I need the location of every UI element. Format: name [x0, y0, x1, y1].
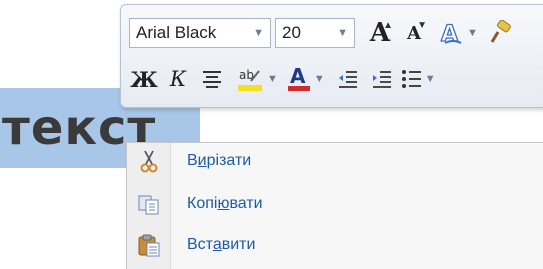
bullets-button[interactable]: ▼: [401, 64, 436, 94]
grow-font-button[interactable]: A ▲: [365, 18, 395, 48]
toolbar-row-1: Arial Black ▼ 20 ▼ A ▲ A ▼ A ▼: [129, 17, 516, 49]
font-color-icon: A: [287, 65, 310, 91]
menu-item-label: Вставити: [187, 236, 256, 253]
decrease-indent-icon: [338, 71, 357, 88]
menu-item-paste[interactable]: Вставити: [127, 227, 543, 263]
chevron-down-icon[interactable]: ▼: [314, 73, 325, 85]
svg-text:A: A: [441, 22, 458, 47]
chevron-down-icon[interactable]: ▼: [425, 73, 436, 85]
toolbar-row-2: Ж К ab ▼ A ▼ ▼: [129, 63, 436, 95]
align-center-icon: [203, 71, 221, 88]
chevron-down-icon[interactable]: ▼: [467, 27, 478, 39]
chevron-down-icon[interactable]: ▼: [253, 27, 264, 39]
format-painter-button[interactable]: [486, 18, 516, 48]
font-color-label: A: [290, 65, 306, 88]
font-size-combo[interactable]: 20 ▼: [275, 18, 355, 48]
align-center-button[interactable]: [197, 64, 227, 94]
highlight-color-button[interactable]: ab ▼: [235, 64, 278, 94]
decrease-indent-button[interactable]: [333, 64, 363, 94]
font-color-button[interactable]: A ▼: [286, 64, 325, 94]
chevron-down-icon[interactable]: ▼: [267, 73, 278, 85]
paste-icon: [127, 233, 171, 257]
copy-icon: [127, 193, 171, 215]
bold-button[interactable]: Ж: [129, 64, 159, 94]
font-name-combo[interactable]: Arial Black ▼: [129, 18, 271, 48]
scissors-icon: [127, 149, 171, 173]
caret-down-icon: ▼: [417, 20, 427, 31]
chevron-down-icon[interactable]: ▼: [337, 27, 348, 39]
highlight-color-icon: ab: [238, 68, 262, 91]
context-menu: Вирізати Копіювати Вставити: [126, 142, 543, 269]
bullets-icon: [401, 70, 421, 88]
menu-item-copy[interactable]: Копіювати: [127, 186, 543, 222]
increase-indent-button[interactable]: [367, 64, 397, 94]
menu-item-label: Копіювати: [187, 195, 263, 212]
caret-up-icon: ▲: [383, 20, 393, 31]
font-size-value: 20: [282, 23, 301, 42]
text-effects-button[interactable]: A ▼: [439, 18, 478, 48]
font-name-value: Arial Black: [136, 23, 217, 42]
menu-item-label: Вирізати: [187, 152, 252, 169]
text-effects-icon: A: [440, 21, 462, 47]
italic-button[interactable]: К: [163, 64, 193, 94]
menu-item-cut[interactable]: Вирізати: [127, 143, 543, 179]
increase-indent-icon: [372, 71, 391, 88]
shrink-font-button[interactable]: A ▼: [399, 18, 429, 48]
mini-toolbar: Arial Black ▼ 20 ▼ A ▲ A ▼ A ▼ Ж К ab ▼ …: [120, 4, 543, 108]
format-painter-icon: [490, 20, 511, 43]
